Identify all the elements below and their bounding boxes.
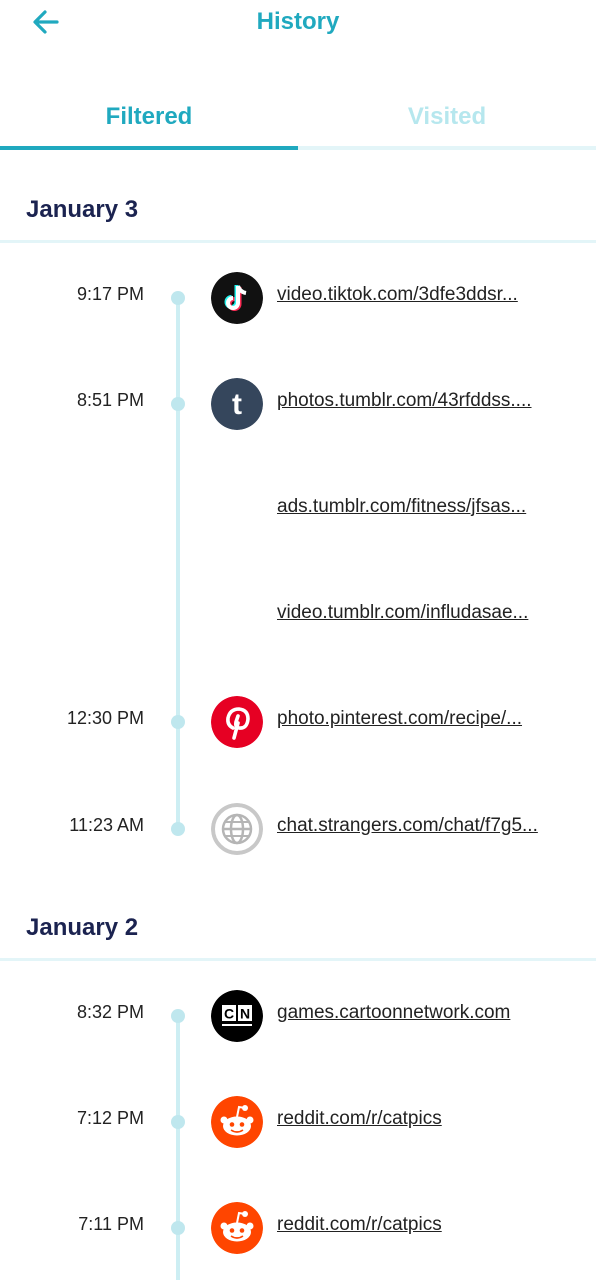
timeline-dot [171, 291, 185, 305]
history-entry: 8:32 PM C N games.cartoonnetwork.com [0, 988, 596, 1042]
timeline-dot [171, 715, 185, 729]
entry-url-link[interactable]: reddit.com/r/catpics [277, 1214, 442, 1236]
history-entry: 8:51 PM t photos.tumblr.com/43rfddss.... [0, 376, 596, 430]
svg-text:N: N [240, 1006, 250, 1022]
entry-url-link[interactable]: photos.tumblr.com/43rfddss.... [277, 390, 532, 412]
svg-text:C: C [224, 1006, 234, 1022]
date-divider [0, 958, 596, 961]
date-heading: January 2 [26, 914, 139, 941]
entry-time: 7:11 PM [78, 1214, 144, 1234]
timeline-dot [171, 1115, 185, 1129]
tab-filtered[interactable]: Filtered [0, 96, 298, 152]
date-heading: January 3 [26, 196, 139, 223]
history-entry: 11:23 AM chat.strangers.com/chat/f7g5... [0, 801, 596, 855]
reddit-icon [211, 1096, 263, 1148]
tiktok-icon [211, 272, 263, 324]
entry-url-link[interactable]: reddit.com/r/catpics [277, 1108, 442, 1130]
timeline-dot [171, 822, 185, 836]
cartoon-network-icon: C N [211, 990, 263, 1042]
history-entry: 9:17 PM video.tiktok.com/3dfe3ddsr... [0, 270, 596, 324]
date-divider [0, 240, 596, 243]
tumblr-icon: t [211, 378, 263, 430]
entry-url-link[interactable]: games.cartoonnetwork.com [277, 1002, 510, 1024]
entry-time: 7:12 PM [76, 1108, 144, 1128]
entry-time: 8:51 PM [76, 390, 144, 410]
history-entry: 12:30 PM photo.pinterest.com/recipe/... [0, 694, 596, 748]
entry-url-link[interactable]: video.tiktok.com/3dfe3ddsr... [277, 284, 518, 306]
history-entry: video.tumblr.com/infludasae... [0, 588, 596, 642]
history-entry: ads.tumblr.com/fitness/jfsas... [0, 482, 596, 536]
timeline-dot [171, 1009, 185, 1023]
entry-url-link[interactable]: chat.strangers.com/chat/f7g5... [277, 815, 538, 837]
history-entry: 7:12 PM reddit.com/r/catpics [0, 1094, 596, 1148]
entry-url-link[interactable]: ads.tumblr.com/fitness/jfsas... [277, 496, 526, 518]
svg-text:t: t [232, 388, 242, 421]
timeline-dot [171, 1221, 185, 1235]
history-entry: 7:11 PM reddit.com/r/catpics [0, 1200, 596, 1254]
tab-visited[interactable]: Visited [298, 96, 596, 152]
page-title: History [256, 8, 340, 35]
globe-icon [211, 803, 263, 855]
reddit-icon [211, 1202, 263, 1254]
pinterest-icon [211, 696, 263, 748]
entry-url-link[interactable]: video.tumblr.com/infludasae... [277, 602, 528, 624]
tab-bar: Filtered Visited [0, 96, 596, 152]
entry-time: 11:23 AM [69, 815, 144, 835]
app-header: History [0, 0, 596, 46]
entry-time: 12:30 PM [66, 708, 144, 728]
timeline-dot [171, 397, 185, 411]
entry-time: 9:17 PM [76, 284, 144, 304]
active-tab-indicator [0, 146, 298, 150]
entry-url-link[interactable]: photo.pinterest.com/recipe/... [277, 708, 522, 730]
entry-time: 8:32 PM [76, 1002, 144, 1022]
